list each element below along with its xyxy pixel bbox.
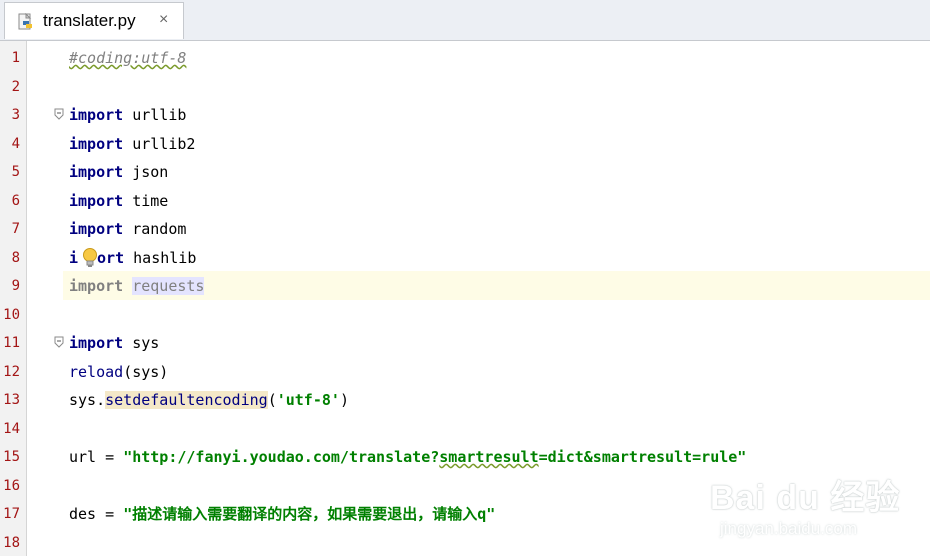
code-line-4[interactable]: import urllib2: [69, 130, 195, 159]
module-name: urllib2: [123, 135, 195, 153]
code-line-15[interactable]: url = "http://fanyi.youdao.com/translate…: [69, 443, 746, 472]
keyword-import: import: [69, 220, 123, 238]
line-number: 8: [0, 244, 20, 273]
line-number: 4: [0, 130, 20, 159]
code-line-5[interactable]: import json: [69, 158, 168, 187]
builtin-function: reload: [69, 363, 123, 381]
keyword-import-part: i: [69, 249, 78, 267]
call-args: (sys): [123, 363, 168, 381]
fold-marker-icon[interactable]: [54, 336, 64, 348]
module-name-unused: requests: [132, 277, 204, 295]
keyword-import: import: [69, 334, 123, 352]
line-number: 7: [0, 215, 20, 244]
object-ref: sys.: [69, 391, 105, 409]
module-name: urllib: [123, 106, 186, 124]
line-number: 3: [0, 101, 20, 130]
comment: #coding:utf-8: [69, 49, 186, 67]
paren: (: [268, 391, 277, 409]
code-editor[interactable]: 1 2 3 4 5 6 7 8 9 10 11 12 13 14 15 16 1…: [0, 41, 930, 556]
keyword-import-unused: import: [69, 277, 123, 295]
code-line-1[interactable]: #coding:utf-8: [69, 44, 186, 73]
line-number: 16: [0, 472, 20, 501]
code-line-9[interactable]: import requests: [69, 272, 204, 301]
line-number: 13: [0, 386, 20, 415]
line-number: 2: [0, 73, 20, 102]
code-line-13[interactable]: sys.setdefaultencoding('utf-8'): [69, 386, 349, 415]
string-literal: =dict&smartresult=rule": [539, 448, 747, 466]
code-line-17[interactable]: des = "描述请输入需要翻译的内容，如果需要退出，请输入q": [69, 500, 495, 529]
line-number: 11: [0, 329, 20, 358]
tab-label: translater.py: [43, 11, 136, 31]
line-number: 15: [0, 443, 20, 472]
line-number: 12: [0, 358, 20, 387]
line-number: 9: [0, 272, 20, 301]
module-name: hashlib: [124, 249, 196, 267]
string-literal: "http://fanyi.youdao.com/translate?: [123, 448, 439, 466]
space: [123, 277, 132, 295]
keyword-import: import: [69, 163, 123, 181]
keyword-import: import: [69, 192, 123, 210]
assignment: des =: [69, 505, 123, 523]
string-literal: 'utf-8': [277, 391, 340, 409]
module-name: json: [123, 163, 168, 181]
string-literal: "描述请输入需要翻译的内容，如果需要退出，请输入q": [123, 505, 495, 523]
code-line-7[interactable]: import random: [69, 215, 186, 244]
tab-translater-py[interactable]: translater.py ×: [4, 2, 184, 39]
string-literal-typo: smartresult: [439, 448, 538, 466]
editor-tab-bar: translater.py ×: [0, 0, 930, 41]
keyword-import: import: [69, 135, 123, 153]
line-number: 6: [0, 187, 20, 216]
module-name: time: [123, 192, 168, 210]
assignment: url =: [69, 448, 123, 466]
module-name: sys: [123, 334, 159, 352]
python-file-icon: [17, 13, 35, 31]
lightbulb-icon[interactable]: [81, 247, 99, 269]
method-name: setdefaultencoding: [105, 391, 268, 409]
keyword-import-part: ort: [97, 249, 124, 267]
keyword-import: import: [69, 106, 123, 124]
line-number: 1: [0, 44, 20, 73]
line-number: 10: [0, 301, 20, 330]
line-number: 18: [0, 529, 20, 557]
code-line-11[interactable]: import sys: [69, 329, 159, 358]
fold-marker-icon[interactable]: [54, 108, 64, 120]
line-number: 17: [0, 500, 20, 529]
line-number: 14: [0, 415, 20, 444]
code-line-6[interactable]: import time: [69, 187, 168, 216]
paren: ): [340, 391, 349, 409]
code-line-12[interactable]: reload(sys): [69, 358, 168, 387]
close-icon[interactable]: ×: [159, 11, 168, 29]
module-name: random: [123, 220, 186, 238]
line-number: 5: [0, 158, 20, 187]
code-line-3[interactable]: import urllib: [69, 101, 186, 130]
